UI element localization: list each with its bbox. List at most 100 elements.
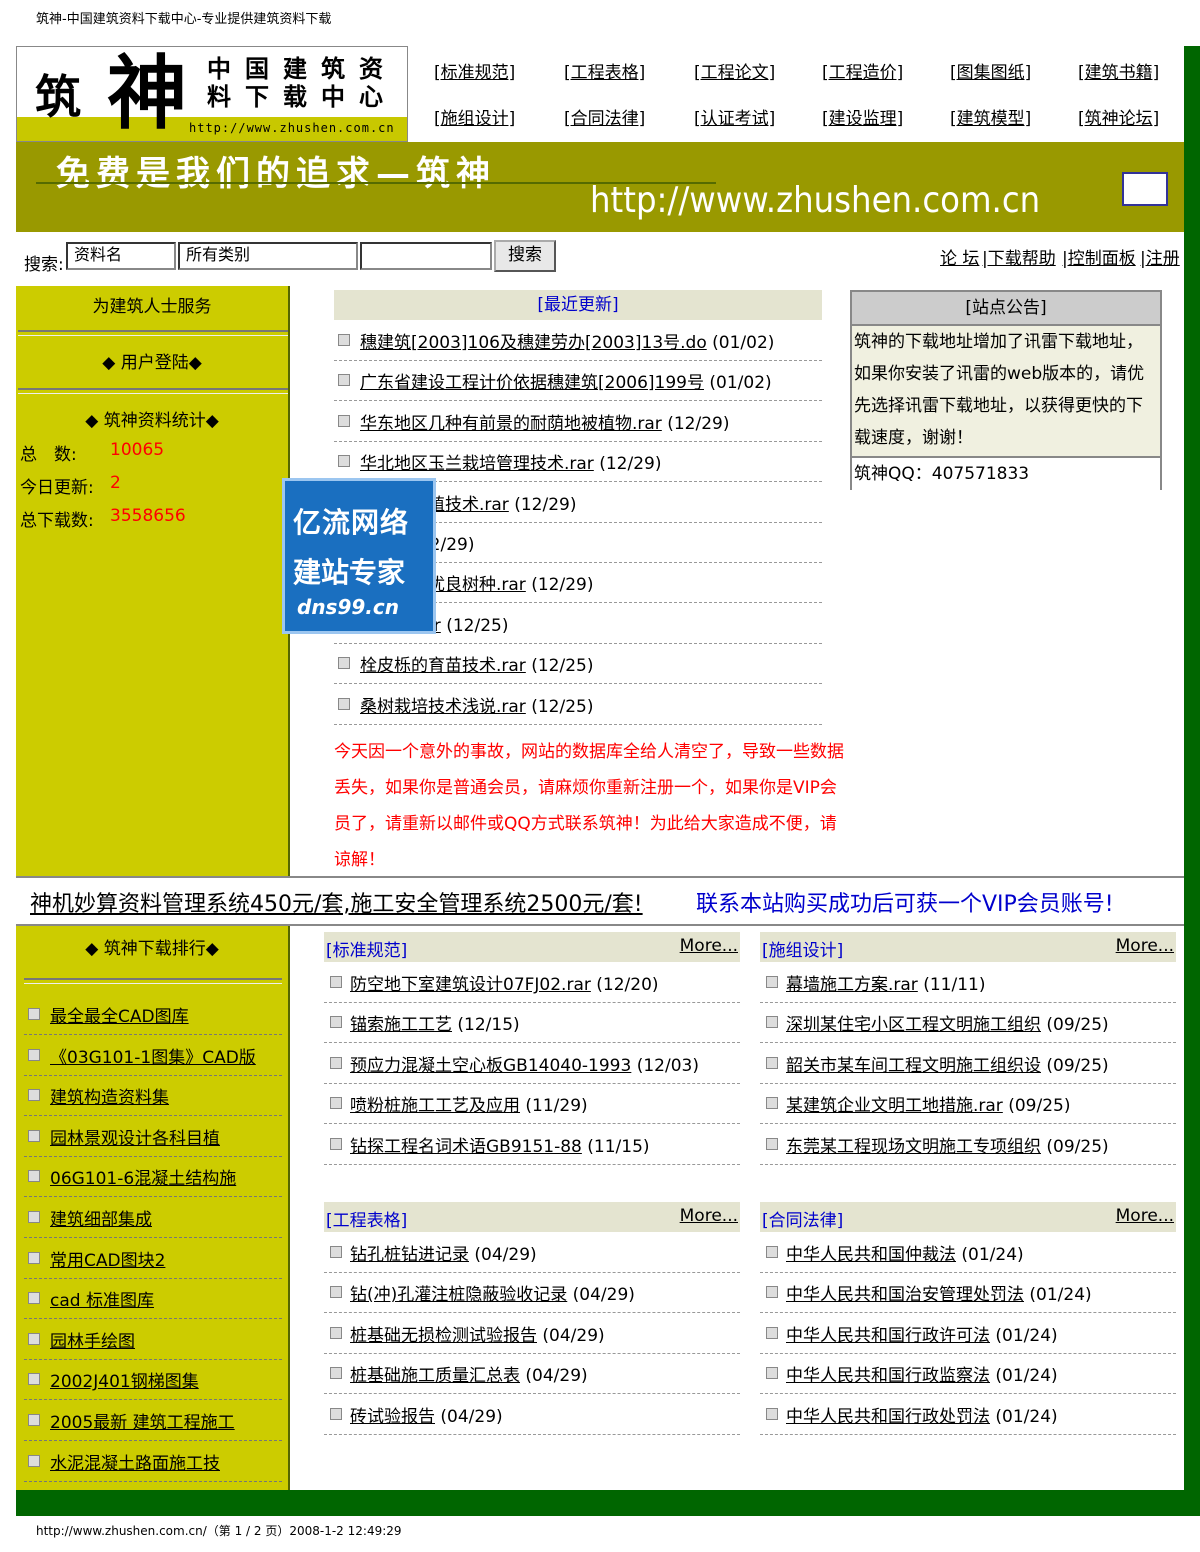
rank-item-link[interactable]: 园林手绘图 xyxy=(50,1327,135,1352)
bullet-icon xyxy=(330,1326,342,1339)
rank-item-link[interactable]: 建筑构造资料集 xyxy=(50,1083,169,1108)
section-item: 东莞某工程现场文明施工专项组织 (09/25) xyxy=(760,1124,1176,1165)
bullet-icon xyxy=(766,1407,778,1420)
rank-item: 2005最新 建筑工程施工 xyxy=(24,1400,282,1441)
rank-item: 06G101-6混凝土结构施 xyxy=(24,1156,282,1198)
right-border-bar xyxy=(1184,46,1200,1516)
rank-item-link[interactable]: 2002J401钢梯图集 xyxy=(50,1367,199,1392)
search-extra-input[interactable] xyxy=(360,242,492,270)
section-item-link[interactable]: 喷粉桩施工工艺及应用 xyxy=(350,1096,520,1116)
rank-item-link[interactable]: 常用CAD图块2 xyxy=(50,1246,165,1271)
link-register[interactable]: |注册 xyxy=(1140,244,1180,269)
section-more-link[interactable]: More... xyxy=(680,936,738,956)
rank-item-link[interactable]: 建筑细部集成 xyxy=(50,1205,152,1230)
recent-item-link[interactable]: 桑树栽培技术浅说.rar xyxy=(360,697,526,717)
section-more-link[interactable]: More... xyxy=(680,1206,738,1226)
section-more-link[interactable]: More... xyxy=(1116,1206,1174,1226)
recent-item-date: (12/25) xyxy=(446,615,509,636)
section-item-link[interactable]: 预应力混凝土空心板GB14040-1993 xyxy=(350,1056,631,1076)
section-header: [施组设计] More... xyxy=(760,932,1176,962)
nav-contract-law[interactable]: [合同法律] xyxy=(564,104,645,129)
logo-char-shen: 神 xyxy=(107,46,187,140)
nav-forum[interactable]: [筑神论坛] xyxy=(1078,104,1159,129)
search-button[interactable]: 搜索 xyxy=(494,240,556,272)
section-item-link[interactable]: 韶关市某车间工程文明施工组织设 xyxy=(786,1056,1041,1076)
rank-item-link[interactable]: 最全最全CAD图库 xyxy=(50,1002,189,1027)
bullet-icon xyxy=(330,1246,342,1258)
nav-cost[interactable]: [工程造价] xyxy=(822,58,903,83)
ad-dns99-image[interactable]: 亿流网络 建站专家 dns99.cn xyxy=(282,478,436,634)
search-keyword-input[interactable]: 资料名 xyxy=(66,242,176,270)
section-item: 锚索施工工艺 (12/15) xyxy=(324,1002,740,1044)
promo-vip-text: 联系本站购买成功后可获一个VIP会员账号! xyxy=(696,892,1114,917)
announcement-body: 筑神的下载地址增加了讯雷下载地址，如果你安装了讯雷的web版本的，请优先选择讯雷… xyxy=(854,326,1158,454)
rank-item-link[interactable]: 2005最新 建筑工程施工 xyxy=(50,1408,235,1433)
section-item: 韶关市某车间工程文明施工组织设 (09/25) xyxy=(760,1043,1176,1084)
nav-construction-design[interactable]: [施组设计] xyxy=(434,104,515,129)
section-item-text: 中华人民共和国行政处罚法 (01/24) xyxy=(786,1402,1058,1427)
section-item-link[interactable]: 中华人民共和国行政监察法 xyxy=(786,1366,990,1386)
section-item-link[interactable]: 中华人民共和国行政处罚法 xyxy=(786,1407,990,1427)
nav-models[interactable]: [建筑模型] xyxy=(950,104,1031,129)
section-title[interactable]: [标准规范] xyxy=(326,936,407,961)
recent-item-link[interactable]: 穗建筑[2003]106及穗建劳办[2003]13号.do xyxy=(360,333,707,353)
recent-item-link[interactable]: 栓皮栎的育苗技术.rar xyxy=(360,656,526,676)
rank-item-link[interactable]: 水泥混凝土路面施工技 xyxy=(50,1449,220,1474)
search-category-select[interactable]: 所有类别 xyxy=(178,242,358,270)
nav-forms[interactable]: [工程表格] xyxy=(564,58,645,83)
bullet-icon xyxy=(330,1367,342,1380)
rank-item-link[interactable]: 园林景观设计各科目植 xyxy=(50,1124,220,1149)
nav-drawings[interactable]: [图集图纸] xyxy=(950,58,1031,83)
rank-item-link[interactable]: cad 标准图库 xyxy=(50,1286,154,1311)
section-item-link[interactable]: 幕墙施工方案.rar xyxy=(786,975,918,995)
section-item-link[interactable]: 中华人民共和国行政许可法 xyxy=(786,1326,990,1346)
link-forum[interactable]: 论 坛 xyxy=(940,244,979,269)
recent-item-text: 桑树栽培技术浅说.rar (12/25) xyxy=(360,692,593,717)
section-item-link[interactable]: 桩基础无损检测试验报告 xyxy=(350,1326,537,1346)
nav-books[interactable]: [建筑书籍] xyxy=(1078,58,1159,83)
section-item-link[interactable]: 某建筑企业文明工地措施.rar xyxy=(786,1096,1003,1116)
nav-papers[interactable]: [工程论文] xyxy=(694,58,775,83)
section-item-link[interactable]: 中华人民共和国治安管理处罚法 xyxy=(786,1285,1024,1305)
nav-supervision[interactable]: [建设监理] xyxy=(822,104,903,129)
section-item-link[interactable]: 钻探工程名词术语GB9151-88 xyxy=(350,1137,582,1157)
service-caption: 为建筑人士服务 xyxy=(92,297,212,317)
bullet-icon xyxy=(28,1332,40,1345)
section-title[interactable]: [施组设计] xyxy=(762,936,843,961)
recent-item-text: 栓皮栎的育苗技术.rar (12/25) xyxy=(360,651,593,676)
section-title[interactable]: [合同法律] xyxy=(762,1206,843,1231)
section-item-link[interactable]: 锚索施工工艺 xyxy=(350,1015,452,1035)
section-item: 防空地下室建筑设计07FJ02.rar (12/20) xyxy=(324,962,740,1003)
logo-url: http://www.zhushen.com.cn xyxy=(189,121,395,135)
bullet-icon xyxy=(766,1326,778,1339)
section-title[interactable]: [工程表格] xyxy=(326,1206,407,1231)
section-item-link[interactable]: 桩基础施工质量汇总表 xyxy=(350,1366,520,1386)
rank-item-link[interactable]: 06G101-6混凝土结构施 xyxy=(50,1164,236,1189)
section-item-link[interactable]: 钻(冲)孔灌注桩隐蔽验收记录 xyxy=(350,1285,567,1305)
link-control-panel[interactable]: |控制面板 xyxy=(1062,244,1136,269)
section-item-link[interactable]: 钻孔桩钻进记录 xyxy=(350,1245,469,1265)
recent-item-link[interactable]: 华北地区玉兰栽培管理技术.rar xyxy=(360,454,594,474)
nav-standards[interactable]: [标准规范] xyxy=(434,58,515,83)
section-item-date: (09/25) xyxy=(1046,1015,1109,1036)
section-more-link[interactable]: More... xyxy=(1116,936,1174,956)
section-item-link[interactable]: 防空地下室建筑设计07FJ02.rar xyxy=(350,975,591,995)
section-item-link[interactable]: 砖试验报告 xyxy=(350,1407,435,1427)
rank-item-link[interactable]: 《03G101-1图集》CAD版 xyxy=(50,1043,256,1068)
recent-item-link[interactable]: 华东地区几种有前景的耐荫地被植物.rar xyxy=(360,414,662,434)
section-item-link[interactable]: 深圳某住宅小区工程文明施工组织 xyxy=(786,1015,1041,1035)
stat-today-label: 今日更新: xyxy=(20,478,94,498)
section-item-link[interactable]: 中华人民共和国仲裁法 xyxy=(786,1245,956,1265)
nav-certification[interactable]: [认证考试] xyxy=(694,104,775,129)
recent-item-text: 华北地区玉兰栽培管理技术.rar (12/29) xyxy=(360,449,661,474)
recent-item-link[interactable]: 广东省建设工程计价依据穗建筑[2006]199号 xyxy=(360,373,704,393)
bullet-icon xyxy=(28,1454,40,1467)
promo-software-link[interactable]: 神机妙算资料管理系统450元/套,施工安全管理系统2500元/套! xyxy=(30,886,643,918)
section-item-text: 钻(冲)孔灌注桩隐蔽验收记录 (04/29) xyxy=(350,1280,635,1305)
section-item-link[interactable]: 东莞某工程现场文明施工专项组织 xyxy=(786,1137,1041,1157)
site-logo[interactable]: 筑 神 中国建筑资 料下载中心 http://www.zhushen.com.c… xyxy=(16,46,408,142)
link-download-help[interactable]: |下载帮助 xyxy=(982,244,1056,269)
section-item-text: 幕墙施工方案.rar (11/11) xyxy=(786,970,985,995)
section-item-text: 桩基础施工质量汇总表 (04/29) xyxy=(350,1361,588,1386)
user-login-title[interactable]: ◆ 用户登陆◆ xyxy=(16,348,288,373)
